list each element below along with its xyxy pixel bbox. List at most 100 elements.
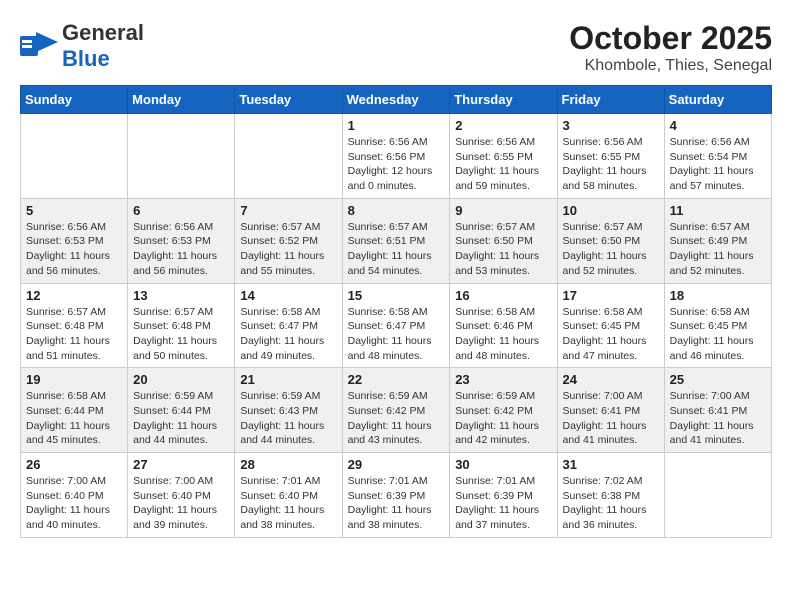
page-header: GeneralBlue October 2025 Khombole, Thies… <box>20 20 772 75</box>
calendar-cell: 19Sunrise: 6:58 AMSunset: 6:44 PMDayligh… <box>21 368 128 453</box>
calendar-cell: 7 Sunrise: 6:57 AMSunset: 6:52 PMDaylight… <box>235 198 342 283</box>
calendar-title: October 2025 <box>569 20 772 57</box>
day-info: Sunrise: 6:57 AMSunset: 6:48 PMDaylight:… <box>133 305 229 364</box>
calendar-table: SundayMondayTuesdayWednesdayThursdayFrid… <box>20 85 772 538</box>
weekday-header: Friday <box>557 86 664 114</box>
calendar-cell <box>664 453 771 538</box>
day-number: 8 <box>348 203 445 218</box>
calendar-cell: 4Sunrise: 6:56 AMSunset: 6:54 PMDaylight… <box>664 114 771 199</box>
calendar-week-row: 19Sunrise: 6:58 AMSunset: 6:44 PMDayligh… <box>21 368 772 453</box>
day-info: Sunrise: 6:56 AMSunset: 6:53 PMDaylight:… <box>133 220 229 279</box>
calendar-cell: 20 Sunrise: 6:59 AMSunset: 6:44 PMDayligh… <box>128 368 235 453</box>
day-info: Sunrise: 6:59 AMSunset: 6:44 PMDaylight:… <box>133 389 229 448</box>
calendar-cell: 30 Sunrise: 7:01 AMSunset: 6:39 PMDayligh… <box>450 453 557 538</box>
day-number: 4 <box>670 118 766 133</box>
calendar-cell: 8 Sunrise: 6:57 AMSunset: 6:51 PMDaylight… <box>342 198 450 283</box>
day-info: Sunrise: 6:58 AMSunset: 6:45 PMDaylight:… <box>563 305 659 364</box>
day-number: 25 <box>670 372 766 387</box>
calendar-cell <box>128 114 235 199</box>
day-info: Sunrise: 6:56 AMSunset: 6:55 PMDaylight:… <box>563 135 659 194</box>
day-info: Sunrise: 6:58 AMSunset: 6:47 PMDaylight:… <box>240 305 336 364</box>
day-number: 28 <box>240 457 336 472</box>
day-info: Sunrise: 7:01 AMSunset: 6:39 PMDaylight:… <box>348 474 445 533</box>
weekday-header: Saturday <box>664 86 771 114</box>
day-number: 22 <box>348 372 445 387</box>
logo-icon <box>20 32 58 60</box>
calendar-cell: 6 Sunrise: 6:56 AMSunset: 6:53 PMDaylight… <box>128 198 235 283</box>
day-number: 9 <box>455 203 551 218</box>
weekday-header: Wednesday <box>342 86 450 114</box>
day-number: 23 <box>455 372 551 387</box>
calendar-cell: 10 Sunrise: 6:57 AMSunset: 6:50 PMDayligh… <box>557 198 664 283</box>
day-info: Sunrise: 6:57 AMSunset: 6:49 PMDaylight:… <box>670 220 766 279</box>
calendar-header-row: SundayMondayTuesdayWednesdayThursdayFrid… <box>21 86 772 114</box>
calendar-cell: 13 Sunrise: 6:57 AMSunset: 6:48 PMDayligh… <box>128 283 235 368</box>
day-info: Sunrise: 7:00 AMSunset: 6:40 PMDaylight:… <box>133 474 229 533</box>
day-info: Sunrise: 6:57 AMSunset: 6:52 PMDaylight:… <box>240 220 336 279</box>
calendar-cell: 16Sunrise: 6:58 AMSunset: 6:46 PMDayligh… <box>450 283 557 368</box>
day-number: 13 <box>133 288 229 303</box>
calendar-cell: 25 Sunrise: 7:00 AMSunset: 6:41 PMDayligh… <box>664 368 771 453</box>
day-number: 27 <box>133 457 229 472</box>
day-number: 3 <box>563 118 659 133</box>
calendar-week-row: 5 Sunrise: 6:56 AMSunset: 6:53 PMDaylight… <box>21 198 772 283</box>
day-number: 5 <box>26 203 122 218</box>
day-number: 29 <box>348 457 445 472</box>
day-info: Sunrise: 6:57 AMSunset: 6:48 PMDaylight:… <box>26 305 122 364</box>
day-number: 11 <box>670 203 766 218</box>
day-info: Sunrise: 6:57 AMSunset: 6:50 PMDaylight:… <box>455 220 551 279</box>
day-info: Sunrise: 6:57 AMSunset: 6:50 PMDaylight:… <box>563 220 659 279</box>
day-number: 14 <box>240 288 336 303</box>
calendar-cell: 3 Sunrise: 6:56 AMSunset: 6:55 PMDaylight… <box>557 114 664 199</box>
day-number: 7 <box>240 203 336 218</box>
day-number: 30 <box>455 457 551 472</box>
day-info: Sunrise: 6:57 AMSunset: 6:51 PMDaylight:… <box>348 220 445 279</box>
day-info: Sunrise: 6:58 AMSunset: 6:45 PMDaylight:… <box>670 305 766 364</box>
calendar-cell: 23 Sunrise: 6:59 AMSunset: 6:42 PMDayligh… <box>450 368 557 453</box>
weekday-header: Tuesday <box>235 86 342 114</box>
calendar-cell: 18Sunrise: 6:58 AMSunset: 6:45 PMDayligh… <box>664 283 771 368</box>
day-info: Sunrise: 6:58 AMSunset: 6:46 PMDaylight:… <box>455 305 551 364</box>
day-info: Sunrise: 6:56 AMSunset: 6:55 PMDaylight:… <box>455 135 551 194</box>
day-number: 10 <box>563 203 659 218</box>
day-number: 26 <box>26 457 122 472</box>
day-info: Sunrise: 6:59 AMSunset: 6:43 PMDaylight:… <box>240 389 336 448</box>
day-number: 19 <box>26 372 122 387</box>
calendar-week-row: 12 Sunrise: 6:57 AMSunset: 6:48 PMDayligh… <box>21 283 772 368</box>
calendar-cell: 17 Sunrise: 6:58 AMSunset: 6:45 PMDayligh… <box>557 283 664 368</box>
calendar-cell: 22 Sunrise: 6:59 AMSunset: 6:42 PMDayligh… <box>342 368 450 453</box>
day-info: Sunrise: 6:58 AMSunset: 6:47 PMDaylight:… <box>348 305 445 364</box>
logo-text: GeneralBlue <box>62 20 144 72</box>
calendar-cell: 1Sunrise: 6:56 AMSunset: 6:56 PMDaylight… <box>342 114 450 199</box>
day-info: Sunrise: 6:59 AMSunset: 6:42 PMDaylight:… <box>348 389 445 448</box>
day-info: Sunrise: 7:00 AMSunset: 6:41 PMDaylight:… <box>670 389 766 448</box>
weekday-header: Thursday <box>450 86 557 114</box>
calendar-cell: 21Sunrise: 6:59 AMSunset: 6:43 PMDayligh… <box>235 368 342 453</box>
day-number: 12 <box>26 288 122 303</box>
calendar-cell <box>235 114 342 199</box>
day-info: Sunrise: 6:59 AMSunset: 6:42 PMDaylight:… <box>455 389 551 448</box>
day-number: 2 <box>455 118 551 133</box>
day-number: 20 <box>133 372 229 387</box>
title-block: October 2025 Khombole, Thies, Senegal <box>569 20 772 75</box>
weekday-header: Sunday <box>21 86 128 114</box>
calendar-cell: 11 Sunrise: 6:57 AMSunset: 6:49 PMDayligh… <box>664 198 771 283</box>
calendar-cell: 14 Sunrise: 6:58 AMSunset: 6:47 PMDayligh… <box>235 283 342 368</box>
day-number: 15 <box>348 288 445 303</box>
calendar-week-row: 26 Sunrise: 7:00 AMSunset: 6:40 PMDayligh… <box>21 453 772 538</box>
logo: GeneralBlue <box>20 20 144 72</box>
calendar-cell: 29 Sunrise: 7:01 AMSunset: 6:39 PMDayligh… <box>342 453 450 538</box>
day-number: 31 <box>563 457 659 472</box>
day-number: 17 <box>563 288 659 303</box>
day-number: 24 <box>563 372 659 387</box>
day-info: Sunrise: 7:01 AMSunset: 6:39 PMDaylight:… <box>455 474 551 533</box>
day-info: Sunrise: 7:00 AMSunset: 6:41 PMDaylight:… <box>563 389 659 448</box>
calendar-subtitle: Khombole, Thies, Senegal <box>569 57 772 75</box>
calendar-week-row: 1Sunrise: 6:56 AMSunset: 6:56 PMDaylight… <box>21 114 772 199</box>
calendar-cell: 9 Sunrise: 6:57 AMSunset: 6:50 PMDaylight… <box>450 198 557 283</box>
weekday-header: Monday <box>128 86 235 114</box>
calendar-cell: 12 Sunrise: 6:57 AMSunset: 6:48 PMDayligh… <box>21 283 128 368</box>
day-info: Sunrise: 6:56 AMSunset: 6:53 PMDaylight:… <box>26 220 122 279</box>
day-info: Sunrise: 6:56 AMSunset: 6:56 PMDaylight:… <box>348 135 445 194</box>
day-number: 6 <box>133 203 229 218</box>
